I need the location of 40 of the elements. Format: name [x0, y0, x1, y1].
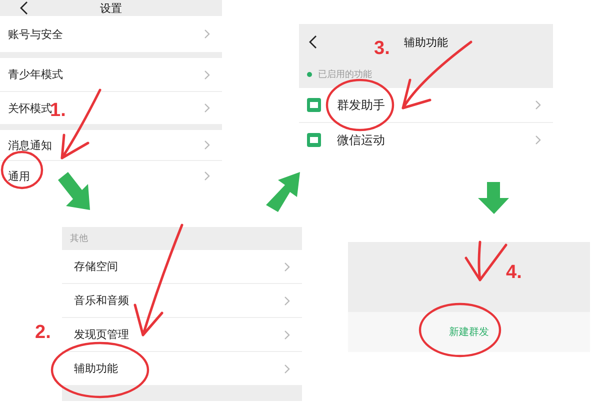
hand-drawn-circle: [326, 78, 394, 132]
chevron-icon: [204, 140, 210, 150]
step-number: 1.: [50, 100, 66, 122]
chevron-icon: [204, 70, 210, 80]
settings-row[interactable]: 音乐和音频: [62, 284, 302, 318]
settings-row[interactable]: 青少年模式: [0, 58, 222, 92]
app-icon: [307, 133, 321, 147]
hand-drawn-arrow: [464, 240, 508, 282]
settings-row[interactable]: 发现页管理: [62, 318, 302, 352]
chevron-icon: [535, 100, 541, 110]
step-arrow: [266, 172, 300, 212]
step-number: 2.: [35, 322, 51, 344]
back-icon[interactable]: [309, 35, 317, 49]
section-label: 其他: [69, 232, 89, 246]
chevron-icon: [284, 330, 290, 340]
screen-title: 辅助功能: [404, 34, 448, 50]
step-arrow: [478, 182, 509, 214]
back-icon[interactable]: [20, 1, 28, 15]
step-arrow: [58, 172, 90, 210]
chevron-icon: [284, 262, 290, 272]
chevron-icon: [204, 29, 210, 39]
chevron-icon: [535, 135, 541, 145]
step-number: 3.: [374, 38, 390, 60]
settings-row[interactable]: 辅助功能: [62, 352, 302, 386]
step-number: 4.: [506, 262, 522, 284]
status-dot: [307, 72, 312, 76]
chevron-icon: [204, 103, 210, 113]
hand-drawn-circle: [0, 150, 44, 190]
settings-row[interactable]: 账号与安全: [0, 16, 222, 53]
chevron-icon: [284, 364, 290, 374]
screen-title: 设置: [100, 0, 122, 16]
settings-row[interactable]: 群发助手: [299, 88, 553, 123]
section-label: 已启用的功能: [318, 68, 372, 80]
app-icon: [307, 98, 321, 112]
settings-row[interactable]: 微信运动: [299, 123, 553, 148]
chevron-icon: [204, 171, 210, 181]
settings-row[interactable]: 消息通知: [0, 130, 222, 161]
settings-row[interactable]: 存储空间: [62, 250, 302, 284]
chevron-icon: [284, 296, 290, 306]
settings-row[interactable]: 通用: [0, 161, 222, 190]
